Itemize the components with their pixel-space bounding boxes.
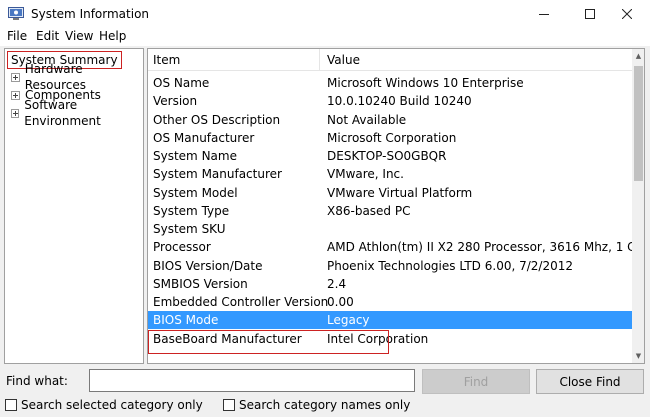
checkbox-label: Search selected category only — [21, 398, 203, 412]
find-button[interactable]: Find — [422, 369, 530, 394]
scroll-up-icon[interactable]: ▲ — [632, 49, 644, 63]
row-value: Phoenix Technologies LTD 6.00, 7/2/2012 — [327, 258, 573, 273]
list-rows: OS Name Microsoft Windows 10 Enterprise Ve… — [148, 71, 632, 363]
table-row[interactable]: System Name DESKTOP-SO0GBQR — [148, 147, 632, 165]
table-row[interactable]: System Type X86-based PC — [148, 202, 632, 220]
search-category-names-checkbox[interactable]: Search category names only — [223, 398, 410, 412]
row-item: Other OS Description — [153, 112, 281, 127]
checkbox-box[interactable] — [223, 399, 235, 411]
table-row[interactable]: Version 10.0.10240 Build 10240 — [148, 92, 632, 110]
table-row[interactable]: Other OS Description Not Available — [148, 111, 632, 129]
row-item: BIOS Mode — [153, 313, 219, 328]
menu-file[interactable]: File — [7, 29, 27, 43]
find-input[interactable] — [89, 369, 415, 392]
search-selected-category-checkbox[interactable]: Search selected category only — [5, 398, 203, 412]
table-row[interactable]: Embedded Controller Version 0.00 — [148, 293, 632, 311]
row-value: Not Available — [327, 112, 407, 127]
details-list[interactable]: Item Value OS Name Microsoft Windows 10 E… — [147, 48, 645, 364]
table-row[interactable]: SMBIOS Version 2.4 — [148, 275, 632, 293]
row-item: BaseBoard Manufacturer — [153, 331, 302, 346]
row-value: X86-based PC — [327, 203, 411, 218]
row-item: Version — [153, 94, 198, 109]
row-item: System Type — [153, 203, 230, 218]
row-item: System Model — [153, 185, 238, 200]
row-value: 0.00 — [327, 295, 354, 309]
list-header: Item Value — [148, 49, 632, 71]
tree-item-label: Software Environment — [24, 98, 101, 128]
table-row[interactable]: BIOS Mode Legacy — [148, 311, 632, 330]
column-header-item[interactable]: Item — [153, 53, 180, 67]
row-value: DESKTOP-SO0GBQR — [327, 149, 447, 163]
table-row[interactable]: Processor AMD Athlon(tm) II X2 280 Proces… — [148, 238, 632, 256]
row-value: VMware, Inc. — [327, 167, 404, 182]
tree-item-software-environment[interactable]: Software Environment — [11, 98, 143, 128]
table-row[interactable]: System Manufacturer VMware, Inc. — [148, 165, 632, 183]
row-item: System Name — [153, 149, 237, 163]
row-item: Embedded Controller Version — [153, 295, 329, 309]
find-label: Find what: — [6, 374, 68, 388]
category-tree[interactable]: System Summary Hardware Resources Compon… — [4, 48, 144, 364]
checkbox-label: Search category names only — [239, 398, 411, 412]
expand-icon[interactable] — [11, 72, 20, 82]
column-divider[interactable] — [319, 49, 320, 71]
row-item: System SKU — [153, 222, 226, 236]
row-item: Processor — [153, 240, 211, 255]
table-row[interactable]: System SKU — [148, 220, 632, 238]
system-information-icon — [8, 7, 24, 20]
row-item: OS Manufacturer — [153, 130, 255, 145]
row-value: AMD Athlon(tm) II X2 280 Processor, 3616… — [327, 240, 632, 255]
menu-bar: File Edit View Help — [0, 28, 650, 46]
minimize-icon — [539, 14, 549, 15]
table-row[interactable]: OS Name Microsoft Windows 10 Enterprise — [148, 74, 632, 92]
table-row[interactable]: System Model VMware Virtual Platform — [148, 184, 632, 202]
scrollbar-thumb[interactable] — [634, 66, 643, 181]
tree-item-hardware-resources[interactable]: Hardware Resources — [11, 62, 143, 92]
expand-icon[interactable] — [11, 90, 20, 100]
row-item: System Manufacturer — [153, 167, 282, 182]
vertical-scrollbar[interactable]: ▲ ▼ — [632, 49, 644, 363]
row-value: VMware Virtual Platform — [327, 185, 473, 200]
maximize-icon — [585, 9, 595, 19]
find-bar: Find what: Find Close Find Search select… — [0, 368, 650, 417]
row-item: BIOS Version/Date — [153, 258, 263, 273]
row-value: 2.4 — [327, 276, 347, 291]
scroll-down-icon[interactable]: ▼ — [632, 349, 644, 363]
row-value: 10.0.10240 Build 10240 — [327, 94, 472, 109]
close-button[interactable] — [604, 0, 650, 28]
menu-view[interactable]: View — [65, 29, 93, 43]
close-icon — [622, 9, 632, 19]
column-header-value[interactable]: Value — [327, 53, 360, 67]
minimize-button[interactable] — [521, 0, 567, 28]
table-row[interactable]: BIOS Version/Date Phoenix Technologies LT… — [148, 257, 632, 275]
menu-edit[interactable]: Edit — [36, 29, 59, 43]
row-value: Microsoft Windows 10 Enterprise — [327, 76, 524, 90]
row-value: Legacy — [327, 313, 370, 328]
table-row[interactable]: OS Manufacturer Microsoft Corporation — [148, 129, 632, 147]
table-row[interactable]: BaseBoard Manufacturer Intel Corporation — [148, 330, 632, 348]
row-value: Microsoft Corporation — [327, 130, 457, 145]
row-item: SMBIOS Version — [153, 276, 248, 291]
close-find-button[interactable]: Close Find — [536, 369, 644, 394]
checkbox-box[interactable] — [5, 399, 17, 411]
window-title: System Information — [31, 7, 150, 21]
row-value: Intel Corporation — [327, 331, 429, 346]
expand-icon[interactable] — [11, 108, 20, 118]
menu-help[interactable]: Help — [99, 29, 126, 43]
title-bar: System Information — [0, 0, 650, 28]
row-item: OS Name — [153, 76, 210, 90]
